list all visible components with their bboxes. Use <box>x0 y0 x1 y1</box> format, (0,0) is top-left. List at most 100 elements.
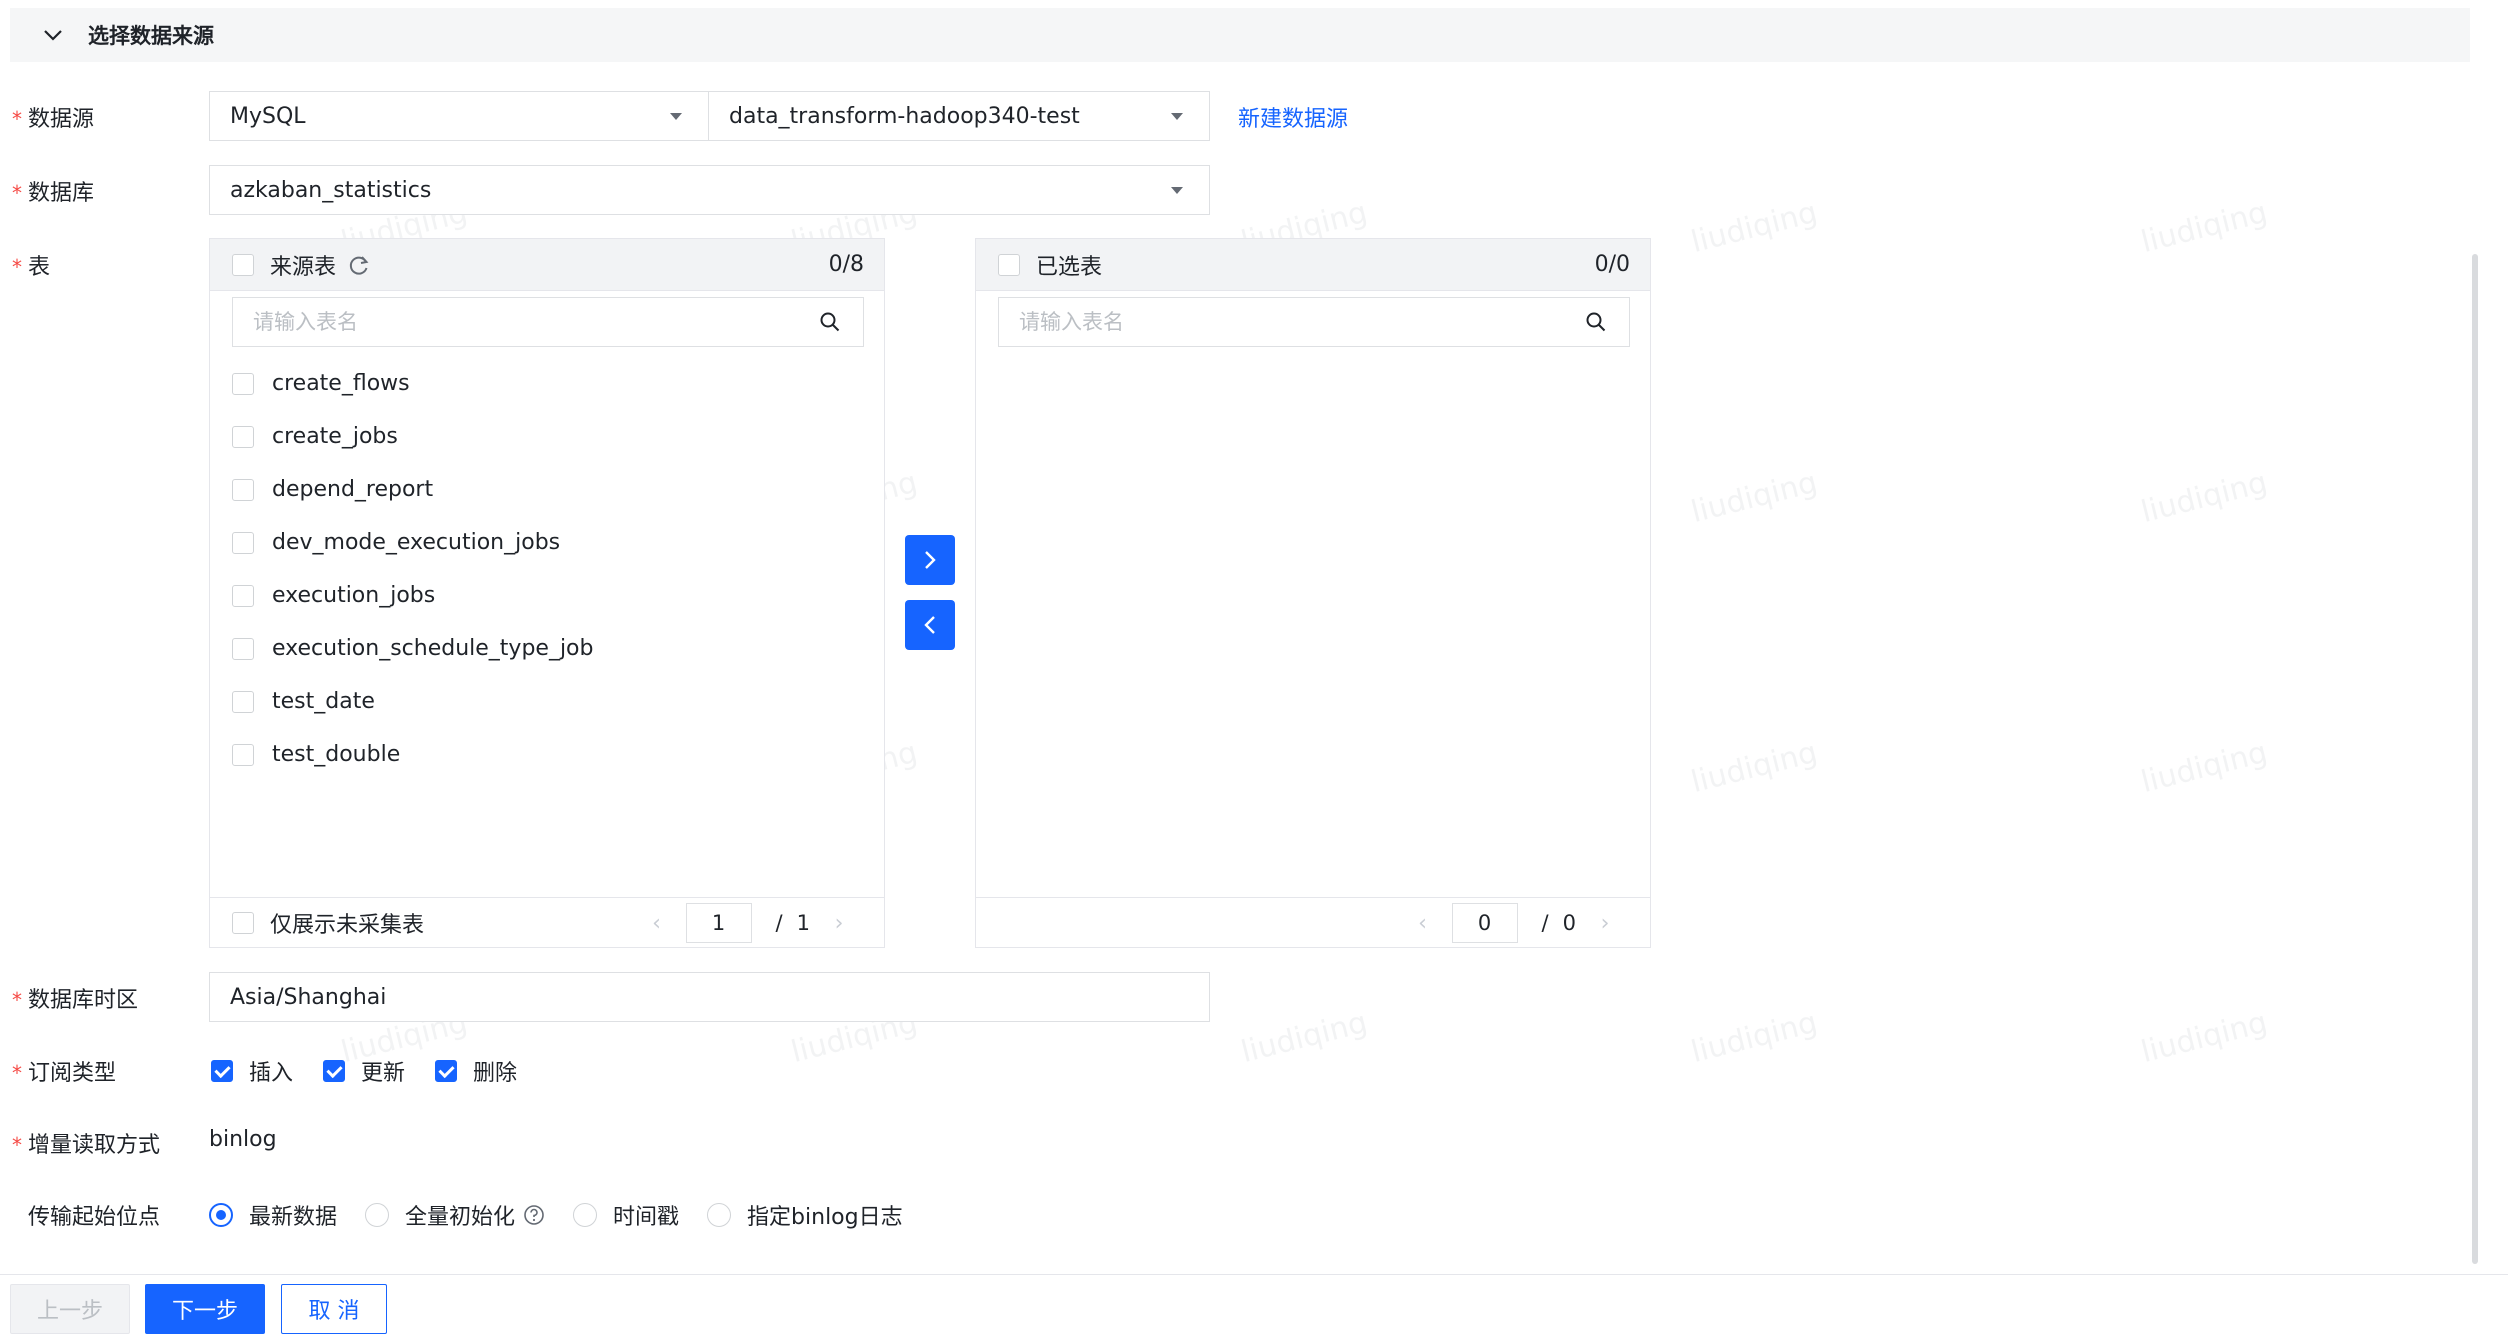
delete-checkbox[interactable] <box>435 1060 458 1082</box>
move-right-button[interactable] <box>905 535 955 585</box>
table-label: * 表 <box>12 255 51 280</box>
prev-page-icon[interactable]: ‹ <box>1408 911 1438 936</box>
subscribe-insert-option[interactable]: 插入 <box>211 1055 293 1087</box>
source-page-input[interactable]: 1 <box>685 903 752 943</box>
target-select-all-checkbox[interactable] <box>998 253 1020 276</box>
next-page-icon[interactable]: › <box>1590 911 1620 936</box>
page-scrollbar[interactable] <box>2472 254 2478 1264</box>
source-panel-footer: 仅展示未采集表 ‹ 1 / 1 › <box>210 897 884 947</box>
watermark-text: liudiqing <box>2137 734 2271 801</box>
list-item[interactable]: execution_schedule_type_job <box>232 622 593 675</box>
datasource-type-select[interactable]: MySQL <box>209 91 709 141</box>
selected-table-panel: 已选表 0/0 ‹ 0 / 0 › <box>975 238 1651 948</box>
table-item-checkbox[interactable] <box>232 372 254 395</box>
subscribe-label: * 订阅类型 <box>12 1061 117 1086</box>
table-item-name: create_flows <box>272 371 410 396</box>
subscribe-delete-option[interactable]: 删除 <box>435 1055 517 1087</box>
latest-radio[interactable] <box>209 1203 233 1227</box>
database-select[interactable]: azkaban_statistics <box>209 165 1210 215</box>
required-marker: * <box>12 181 22 205</box>
start-binlog-option[interactable]: 指定binlog日志 <box>707 1199 903 1231</box>
table-item-checkbox[interactable] <box>232 743 254 766</box>
table-item-checkbox[interactable] <box>232 690 254 713</box>
chevron-down-icon[interactable] <box>40 22 66 48</box>
list-item[interactable]: create_jobs <box>232 410 593 463</box>
table-item-checkbox[interactable] <box>232 637 254 660</box>
refresh-icon[interactable] <box>348 254 370 276</box>
target-page-input[interactable]: 0 <box>1451 903 1518 943</box>
table-item-name: depend_report <box>272 477 434 502</box>
datasource-label: * 数据源 <box>12 107 95 132</box>
incremental-label: * 增量读取方式 <box>12 1133 161 1158</box>
timestamp-radio[interactable] <box>573 1203 598 1227</box>
table-item-checkbox[interactable] <box>232 531 254 554</box>
required-marker: * <box>12 107 22 131</box>
watermark-text: liudiqing <box>1687 1004 1821 1071</box>
table-item-checkbox[interactable] <box>232 584 254 607</box>
chevron-left-icon <box>924 616 935 634</box>
table-item-checkbox[interactable] <box>232 478 254 501</box>
source-panel-title: 来源表 <box>270 254 337 280</box>
prev-page-icon[interactable]: ‹ <box>642 911 672 936</box>
timestamp-label: 时间戳 <box>613 1205 680 1230</box>
next-page-icon[interactable]: › <box>824 911 854 936</box>
delete-label: 删除 <box>473 1061 518 1086</box>
required-marker: * <box>12 1133 22 1157</box>
binlog-radio[interactable] <box>707 1203 732 1227</box>
insert-label: 插入 <box>249 1061 294 1086</box>
list-item[interactable]: dev_mode_execution_jobs <box>232 516 593 569</box>
search-icon[interactable] <box>819 311 841 337</box>
full-init-radio[interactable] <box>365 1203 390 1227</box>
watermark-text: liudiqing <box>1237 1004 1371 1071</box>
move-left-button[interactable] <box>905 600 955 650</box>
table-item-name: create_jobs <box>272 424 398 449</box>
help-circle-icon[interactable] <box>523 1204 545 1226</box>
caret-down-icon <box>1171 187 1183 194</box>
chevron-right-icon <box>925 551 936 569</box>
target-page-total: 0 <box>1562 911 1576 935</box>
start-full-init-option[interactable]: 全量初始化 <box>365 1199 545 1231</box>
table-item-checkbox[interactable] <box>232 425 254 448</box>
update-checkbox[interactable] <box>323 1060 346 1082</box>
timezone-field[interactable]: Asia/Shanghai <box>209 972 1210 1022</box>
datasource-instance-select[interactable]: data_transform-hadoop340-test <box>708 91 1210 141</box>
start-point-options: 最新数据 全量初始化 时间戳 指定binlog日志 <box>209 1199 931 1231</box>
list-item[interactable]: test_date <box>232 675 593 728</box>
subscribe-update-option[interactable]: 更新 <box>323 1055 405 1087</box>
prev-step-button[interactable]: 上一步 <box>10 1284 130 1334</box>
source-select-all-checkbox[interactable] <box>232 253 254 276</box>
list-item[interactable]: execution_jobs <box>232 569 593 622</box>
source-pager: ‹ 1 / 1 › <box>642 902 854 944</box>
source-page-total: 1 <box>796 911 810 935</box>
incremental-value: binlog <box>209 1127 277 1152</box>
start-timestamp-option[interactable]: 时间戳 <box>573 1199 679 1231</box>
section-header[interactable]: 选择数据来源 <box>10 8 2470 62</box>
list-item[interactable]: test_double <box>232 728 593 781</box>
start-latest-option[interactable]: 最新数据 <box>209 1199 337 1231</box>
show-uncollected-checkbox[interactable] <box>232 911 254 934</box>
insert-checkbox[interactable] <box>211 1060 233 1082</box>
watermark-text: liudiqing <box>2137 1004 2271 1071</box>
caret-down-icon <box>670 113 682 120</box>
next-step-button[interactable]: 下一步 <box>145 1284 265 1334</box>
table-item-name: execution_jobs <box>272 583 436 608</box>
table-item-name: execution_schedule_type_job <box>272 636 594 661</box>
source-search-input[interactable] <box>253 310 772 334</box>
source-table-panel: 来源表 0/8 create_flows create_jobs depend_re… <box>209 238 885 948</box>
target-search-input[interactable] <box>1019 310 1538 334</box>
target-panel-header: 已选表 0/0 <box>976 239 1650 291</box>
list-item[interactable]: create_flows <box>232 357 593 410</box>
table-item-name: test_double <box>272 742 401 767</box>
target-pager: ‹ 0 / 0 › <box>1408 902 1620 944</box>
watermark-text: liudiqing <box>1687 194 1821 261</box>
watermark-text: liudiqing <box>2137 194 2271 261</box>
update-label: 更新 <box>361 1061 406 1086</box>
start-point-label: 传输起始位点 <box>28 1205 161 1230</box>
full-init-label: 全量初始化 <box>405 1205 516 1230</box>
target-panel-title: 已选表 <box>1036 254 1103 280</box>
cancel-button[interactable]: 取 消 <box>281 1284 387 1334</box>
list-item[interactable]: depend_report <box>232 463 593 516</box>
new-datasource-link[interactable]: 新建数据源 <box>1238 101 1348 133</box>
target-panel-footer: ‹ 0 / 0 › <box>976 897 1650 947</box>
search-icon[interactable] <box>1585 311 1607 337</box>
